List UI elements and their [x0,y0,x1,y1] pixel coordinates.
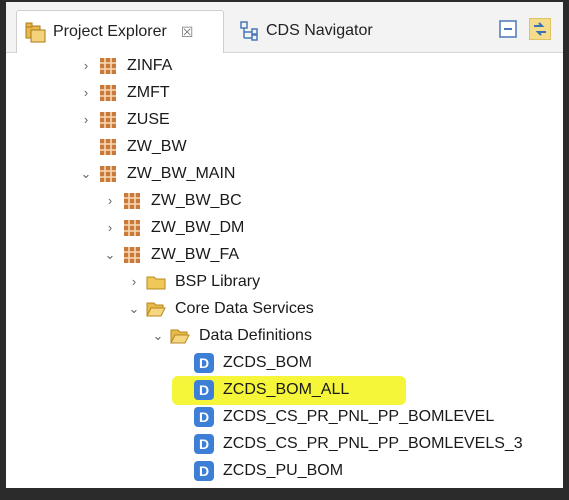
package-icon [124,219,140,236]
tab-label: CDS Navigator [266,22,373,39]
tab-cds-navigator[interactable]: CDS Navigator [230,12,373,50]
tree-item[interactable]: › ZW_BW_DM [102,214,247,241]
folder-icon [146,276,166,289]
window-frame-right [563,0,569,500]
chevron-down-icon[interactable]: ⌄ [102,247,118,263]
folder-open-icon [170,329,190,343]
package-icon [124,246,140,263]
tree-item[interactable]: ⌄ Data Definitions [150,322,315,349]
chevron-right-icon[interactable]: › [102,193,118,208]
tab-label: Project Explorer [53,23,167,40]
folder-open-icon [146,302,166,316]
chevron-right-icon[interactable]: › [126,274,142,289]
tree-item[interactable]: D ZCDS_CS_PR_PNL_PP_BOMLEVEL [194,403,497,430]
data-definition-icon: D [194,433,214,454]
tree-item[interactable]: D ZCDS_CS_PR_PNL_PP_BOMLEVELS_3 [194,430,526,457]
data-definition-icon: D [194,460,214,481]
tree-item[interactable]: › ZW_BW_BC [102,187,245,214]
tree-item-selected[interactable]: D ZCDS_BOM_ALL [194,376,352,403]
chevron-down-icon[interactable]: ⌄ [150,328,166,344]
tree-item[interactable]: D ZCDS_PU_BOM [194,457,346,484]
package-icon [124,192,140,209]
data-definition-icon: D [194,352,214,373]
package-icon [100,138,116,155]
data-definition-icon: D [194,406,214,427]
package-icon [100,57,116,74]
tab-project-explorer[interactable]: Project Explorer ☒ [16,10,224,53]
project-tree: › ZINFA › ZMFT › ZUSE ZW_BW ⌄ ZW_BW_MAIN… [6,52,563,488]
chevron-right-icon[interactable]: › [78,58,94,73]
tree-item[interactable]: ⌄ ZW_BW_FA [102,241,242,268]
collapse-all-icon[interactable] [497,18,519,40]
project-explorer-icon [25,22,46,43]
tree-item[interactable]: › ZINFA [78,52,175,79]
chevron-right-icon[interactable]: › [102,220,118,235]
link-with-editor-icon[interactable] [529,18,551,40]
tree-item[interactable]: › ZUSE [78,106,173,133]
data-definition-icon: D [194,379,214,400]
tree-item[interactable]: › BSP Library [126,268,263,295]
chevron-down-icon[interactable]: ⌄ [78,166,94,182]
cds-navigator-icon [240,21,258,41]
tree-item[interactable]: › ZMFT [78,79,173,106]
close-icon[interactable]: ☒ [181,24,194,41]
chevron-down-icon[interactable]: ⌄ [126,301,142,317]
tree-item[interactable]: ⌄ ZW_BW_MAIN [78,160,238,187]
package-icon [100,84,116,101]
window-frame-bottom [0,488,569,500]
chevron-right-icon[interactable]: › [78,85,94,100]
tree-item[interactable]: ⌄ Core Data Services [126,295,317,322]
tree-item[interactable]: ZW_BW [78,133,190,160]
package-icon [100,165,116,182]
chevron-right-icon[interactable]: › [78,112,94,127]
package-icon [100,111,116,128]
tree-item[interactable]: D ZCDS_BOM [194,349,315,376]
view-tab-bar: Project Explorer ☒ CDS Navigator [6,2,563,53]
